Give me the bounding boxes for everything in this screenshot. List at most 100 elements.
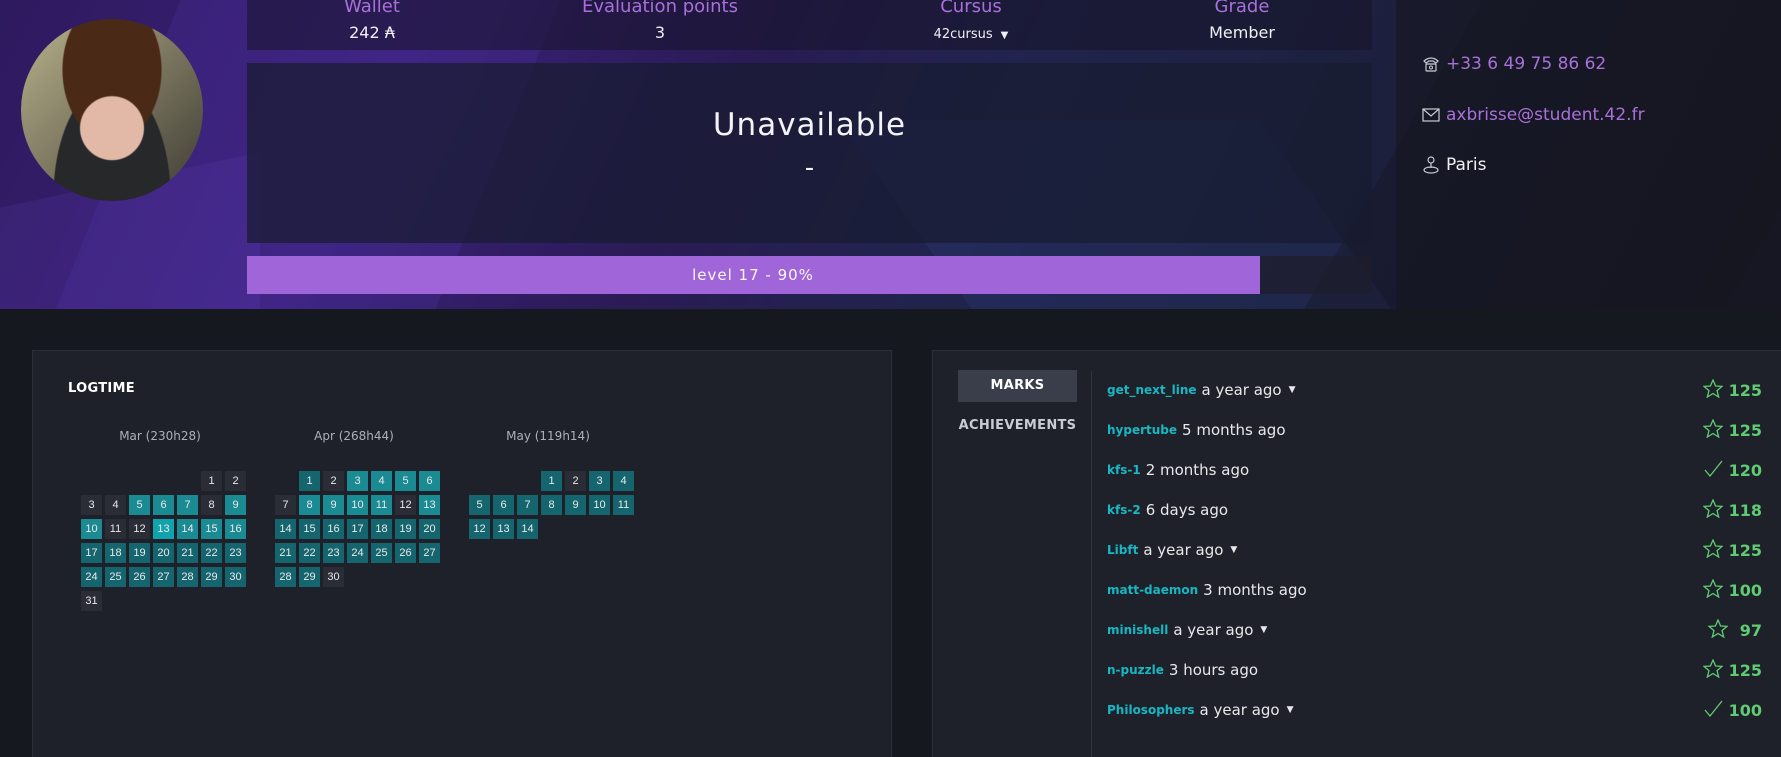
calendar-day[interactable]: 4 <box>613 471 634 491</box>
calendar-day[interactable]: 12 <box>395 495 416 515</box>
calendar-day[interactable]: 2 <box>565 471 586 491</box>
calendar-day[interactable]: 9 <box>323 495 344 515</box>
cursus-select[interactable]: 42cursus ▼ <box>861 26 1081 45</box>
calendar-day[interactable]: 13 <box>153 519 174 539</box>
marks-tabs: MARKS ACHIEVEMENTS <box>958 370 1077 442</box>
calendar-day[interactable]: 27 <box>419 543 440 563</box>
caret-down-icon[interactable]: ▼ <box>1260 625 1267 635</box>
calendar-day[interactable]: 14 <box>275 519 296 539</box>
calendar-day[interactable]: 13 <box>419 495 440 515</box>
caret-down-icon[interactable]: ▼ <box>1289 385 1296 395</box>
calendar-day[interactable]: 26 <box>395 543 416 563</box>
calendar-day[interactable]: 27 <box>153 567 174 587</box>
calendar-day[interactable]: 5 <box>395 471 416 491</box>
calendar-day[interactable]: 31 <box>81 591 102 611</box>
calendar-day[interactable]: 23 <box>225 543 246 563</box>
calendar-day[interactable]: 6 <box>493 495 514 515</box>
calendar-day[interactable]: 19 <box>395 519 416 539</box>
calendar-day[interactable]: 1 <box>299 471 320 491</box>
calendar-day[interactable]: 8 <box>201 495 222 515</box>
calendar-day[interactable]: 12 <box>129 519 150 539</box>
calendar-day[interactable]: 29 <box>201 567 222 587</box>
calendar-day[interactable]: 8 <box>299 495 320 515</box>
calendar-day[interactable]: 28 <box>177 567 198 587</box>
calendar-day[interactable]: 7 <box>517 495 538 515</box>
phone-link[interactable]: +33 6 49 75 86 62 <box>1422 54 1606 74</box>
project-link[interactable]: get_next_line <box>1107 383 1197 397</box>
calendar-day[interactable]: 26 <box>129 567 150 587</box>
calendar-day[interactable]: 14 <box>177 519 198 539</box>
calendar-day[interactable]: 17 <box>81 543 102 563</box>
location: Paris <box>1422 155 1486 175</box>
tab-marks[interactable]: MARKS <box>958 370 1077 402</box>
project-link[interactable]: kfs-2 <box>1107 503 1141 517</box>
calendar-day[interactable]: 14 <box>517 519 538 539</box>
calendar-day[interactable]: 10 <box>347 495 368 515</box>
calendar-day[interactable]: 19 <box>129 543 150 563</box>
calendar-day[interactable]: 18 <box>371 519 392 539</box>
calendar-day[interactable]: 10 <box>81 519 102 539</box>
project-link[interactable]: Philosophers <box>1107 703 1195 717</box>
calendar-day[interactable]: 3 <box>347 471 368 491</box>
calendar-day[interactable]: 16 <box>225 519 246 539</box>
calendar-day[interactable]: 16 <box>323 519 344 539</box>
calendar-day[interactable]: 1 <box>201 471 222 491</box>
calendar-day[interactable]: 18 <box>105 543 126 563</box>
calendar-day[interactable]: 3 <box>589 471 610 491</box>
calendar-day[interactable]: 5 <box>469 495 490 515</box>
calendar-day[interactable]: 5 <box>129 495 150 515</box>
email-link[interactable]: axbrisse@student.42.fr <box>1422 105 1645 125</box>
calendar-day[interactable]: 21 <box>275 543 296 563</box>
calendar-day[interactable]: 15 <box>299 519 320 539</box>
project-link[interactable]: n-puzzle <box>1107 663 1164 677</box>
calendar-day[interactable]: 9 <box>225 495 246 515</box>
calendar-day[interactable]: 22 <box>201 543 222 563</box>
caret-down-icon[interactable]: ▼ <box>1287 705 1294 715</box>
project-link[interactable]: matt-daemon <box>1107 583 1198 597</box>
avatar <box>21 19 203 201</box>
calendar-day[interactable]: 11 <box>371 495 392 515</box>
calendar-day[interactable]: 22 <box>299 543 320 563</box>
calendar-day[interactable]: 13 <box>493 519 514 539</box>
caret-down-icon[interactable]: ▼ <box>1230 545 1237 555</box>
calendar-day[interactable]: 30 <box>323 567 344 587</box>
calendar-day[interactable]: 28 <box>275 567 296 587</box>
calendar-day[interactable]: 8 <box>541 495 562 515</box>
mark-score: 100 <box>1701 575 1762 605</box>
project-link[interactable]: Libft <box>1107 543 1138 557</box>
calendar-day[interactable]: 24 <box>81 567 102 587</box>
calendar-day[interactable]: 2 <box>323 471 344 491</box>
calendar-day[interactable]: 17 <box>347 519 368 539</box>
calendar-day[interactable]: 6 <box>419 471 440 491</box>
calendar-day[interactable]: 1 <box>541 471 562 491</box>
calendar-day[interactable]: 24 <box>347 543 368 563</box>
calendar-day[interactable]: 20 <box>419 519 440 539</box>
project-link[interactable]: hypertube <box>1107 423 1177 437</box>
grade-value: Member <box>1209 23 1275 42</box>
location-city: Paris <box>1446 155 1487 175</box>
calendar-day[interactable]: 3 <box>81 495 102 515</box>
calendar-day[interactable]: 12 <box>469 519 490 539</box>
calendar-day[interactable]: 11 <box>613 495 634 515</box>
calendar-day[interactable]: 2 <box>225 471 246 491</box>
calendar-day[interactable]: 10 <box>589 495 610 515</box>
calendar-day[interactable]: 25 <box>105 567 126 587</box>
calendar-day[interactable]: 4 <box>371 471 392 491</box>
calendar-day[interactable]: 30 <box>225 567 246 587</box>
tab-achievements[interactable]: ACHIEVEMENTS <box>958 410 1077 442</box>
calendar-day[interactable]: 6 <box>153 495 174 515</box>
project-link[interactable]: minishell <box>1107 623 1168 637</box>
calendar-day[interactable]: 9 <box>565 495 586 515</box>
calendar-day[interactable]: 4 <box>105 495 126 515</box>
project-link[interactable]: kfs-1 <box>1107 463 1141 477</box>
calendar-day[interactable]: 7 <box>177 495 198 515</box>
calendar-day[interactable]: 23 <box>323 543 344 563</box>
calendar-day[interactable]: 20 <box>153 543 174 563</box>
calendar-day[interactable]: 29 <box>299 567 320 587</box>
calendar-day[interactable]: 21 <box>177 543 198 563</box>
calendar-day[interactable]: 11 <box>105 519 126 539</box>
calendar-day[interactable]: 7 <box>275 495 296 515</box>
calendar-day[interactable]: 15 <box>201 519 222 539</box>
calendar-day[interactable]: 25 <box>371 543 392 563</box>
cursus-value: 42cursus <box>933 27 993 42</box>
